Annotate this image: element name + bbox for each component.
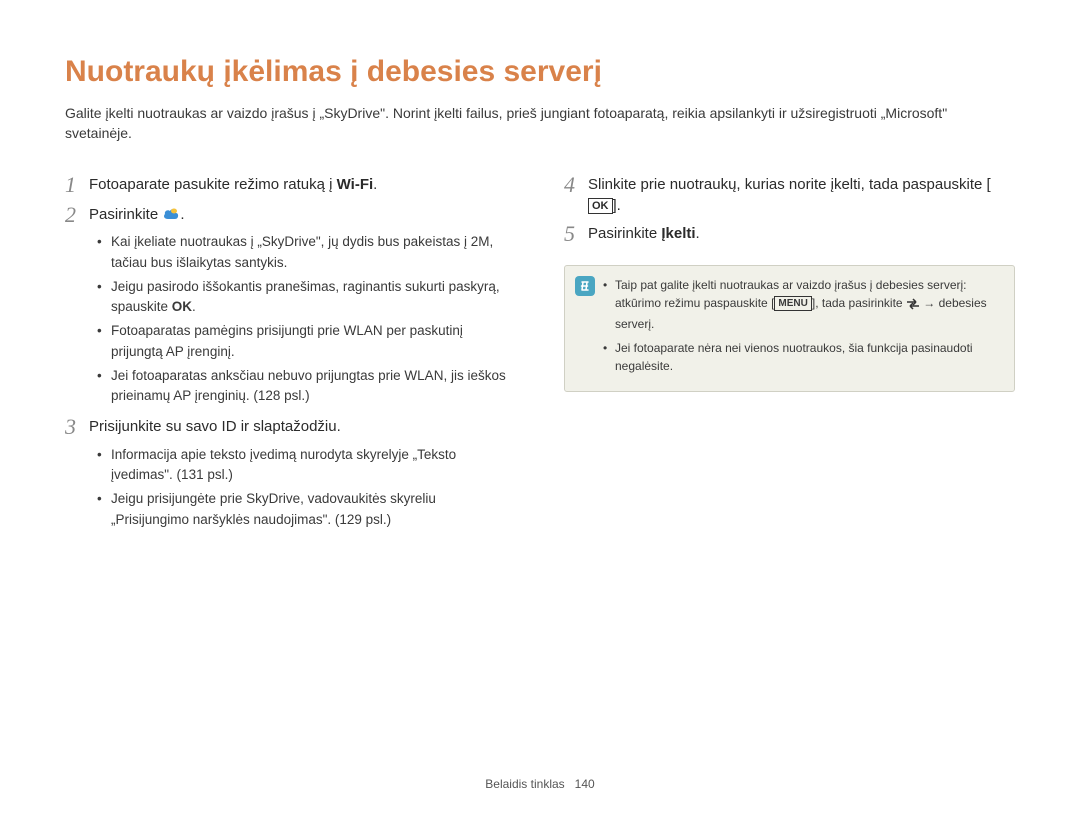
step-3: 3 Prisijunkite su savo ID ir slaptažodži… (65, 414, 516, 440)
wifi-icon: Wi-Fi (337, 176, 374, 193)
share-arrows-icon (906, 297, 920, 315)
list-item: Jeigu prisijungėte prie SkyDrive, vadova… (97, 489, 516, 530)
list-item: Taip pat galite įkelti nuotraukas ar vai… (603, 276, 1000, 333)
list-item: Jei fotoaparate nėra nei vienos nuotrauk… (603, 339, 1000, 375)
step-5: 5 Pasirinkite Įkelti. (564, 221, 1015, 247)
list-item: Jei fotoaparatas anksčiau nebuvo prijung… (97, 366, 516, 407)
step-3-sublist: Informacija apie teksto įvedimą nurodyta… (97, 445, 516, 530)
step-text: Slinkite prie nuotraukų, kurias norite į… (588, 172, 1015, 218)
step-number: 3 (65, 414, 89, 440)
list-item: Kai įkeliate nuotraukas į „SkyDrive", jų… (97, 232, 516, 273)
step-number: 5 (564, 221, 588, 247)
right-column: 4 Slinkite prie nuotraukų, kurias norite… (564, 172, 1015, 538)
list-item: Fotoaparatas pamėgins prisijungti prie W… (97, 321, 516, 362)
step-number: 4 (564, 172, 588, 198)
list-item: Informacija apie teksto įvedimą nurodyta… (97, 445, 516, 486)
left-column: 1 Fotoaparate pasukite režimo ratuką į W… (65, 172, 516, 538)
step-text: Prisijunkite su savo ID ir slaptažodžiu. (89, 414, 516, 438)
skydrive-cloud-icon (162, 206, 180, 220)
content-columns: 1 Fotoaparate pasukite režimo ratuką į W… (65, 172, 1015, 538)
step-2-sublist: Kai įkeliate nuotraukas į „SkyDrive", jų… (97, 232, 516, 406)
ok-button-icon: OK (588, 198, 613, 214)
info-icon (575, 276, 595, 296)
intro-text: Galite įkelti nuotraukas ar vaizdo įrašu… (65, 103, 1015, 144)
step-1: 1 Fotoaparate pasukite režimo ratuką į W… (65, 172, 516, 198)
step-2: 2 Pasirinkite . (65, 202, 516, 228)
page-footer: Belaidis tinklas 140 (0, 777, 1080, 791)
step-text: Fotoaparate pasukite režimo ratuką į Wi-… (89, 172, 516, 196)
step-text: Pasirinkite Įkelti. (588, 221, 1015, 245)
menu-button-icon: MENU (774, 296, 811, 311)
note-content: Taip pat galite įkelti nuotraukas ar vai… (603, 276, 1000, 381)
page-title: Nuotraukų įkėlimas į debesies serverį (65, 55, 1015, 89)
step-text: Pasirinkite . (89, 202, 516, 226)
step-number: 2 (65, 202, 89, 228)
list-item: Jeigu pasirodo iššokantis pranešimas, ra… (97, 277, 516, 318)
info-note: Taip pat galite įkelti nuotraukas ar vai… (564, 265, 1015, 392)
step-4: 4 Slinkite prie nuotraukų, kurias norite… (564, 172, 1015, 218)
step-number: 1 (65, 172, 89, 198)
